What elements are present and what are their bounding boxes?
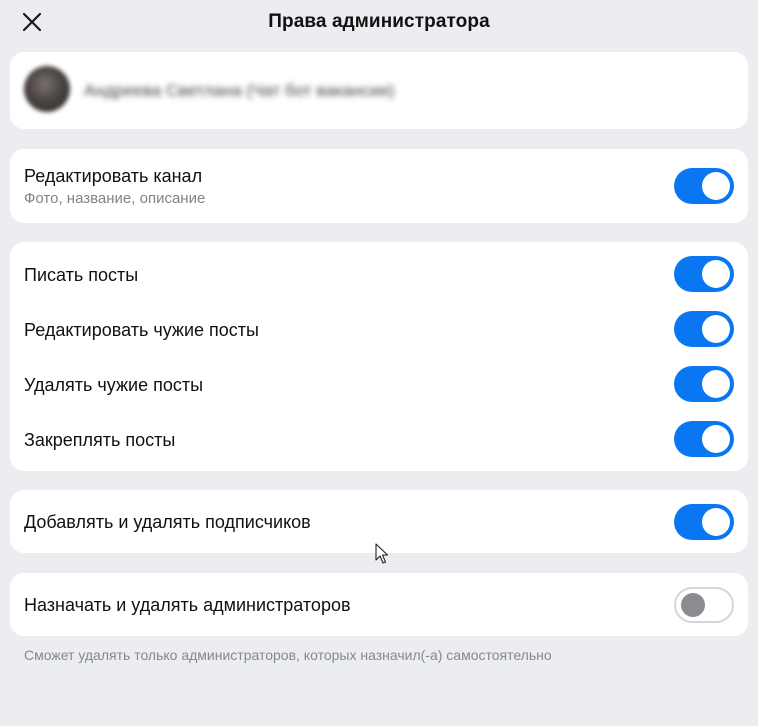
edit-channel-label: Редактировать канал <box>24 166 203 186</box>
toggle-knob <box>702 425 730 453</box>
mouse-cursor-icon <box>375 543 389 565</box>
write-posts-label: Писать посты <box>24 265 139 285</box>
manage-admins-label: Назначать и удалять администраторов <box>24 595 351 615</box>
user-card: Андреева Светлана (Чат бот вакансии) <box>10 52 748 129</box>
toggle-knob <box>702 315 730 343</box>
edit-channel-sublabel: Фото, название, описание <box>24 190 206 207</box>
edit-channel-card: Редактировать канал Фото, название, опис… <box>10 149 748 223</box>
posts-permissions-card: Писать посты Редактировать чужие посты У… <box>10 242 748 471</box>
toggle-knob <box>702 260 730 288</box>
toggle-knob <box>702 172 730 200</box>
manage-admins-row[interactable]: Назначать и удалять администраторов <box>10 573 748 636</box>
manage-subscribers-toggle[interactable] <box>674 504 734 540</box>
toggle-knob <box>702 370 730 398</box>
toggle-knob <box>681 593 705 617</box>
page-title: Права администратора <box>268 11 490 32</box>
write-posts-toggle[interactable] <box>674 256 734 292</box>
manage-admins-toggle[interactable] <box>674 587 734 623</box>
delete-others-posts-label: Удалять чужие посты <box>24 375 204 395</box>
delete-others-posts-row[interactable]: Удалять чужие посты <box>10 356 748 411</box>
header-bar: Права администратора <box>0 0 758 44</box>
edit-others-posts-label: Редактировать чужие посты <box>24 320 259 340</box>
toggle-knob <box>702 508 730 536</box>
manage-subscribers-label: Добавлять и удалять подписчиков <box>24 512 311 532</box>
edit-channel-toggle[interactable] <box>674 168 734 204</box>
write-posts-row[interactable]: Писать посты <box>10 246 748 301</box>
admins-card: Назначать и удалять администраторов <box>10 573 748 636</box>
pin-posts-label: Закреплять посты <box>24 430 176 450</box>
edit-others-posts-row[interactable]: Редактировать чужие посты <box>10 301 748 356</box>
edit-channel-row[interactable]: Редактировать канал Фото, название, опис… <box>10 149 748 223</box>
edit-others-posts-toggle[interactable] <box>674 311 734 347</box>
pin-posts-toggle[interactable] <box>674 421 734 457</box>
delete-others-posts-toggle[interactable] <box>674 366 734 402</box>
pin-posts-row[interactable]: Закреплять посты <box>10 411 748 466</box>
user-name: Андреева Светлана (Чат бот вакансии) <box>84 81 395 100</box>
avatar <box>24 66 70 112</box>
admins-footnote: Сможет удалять только администраторов, к… <box>24 647 552 663</box>
